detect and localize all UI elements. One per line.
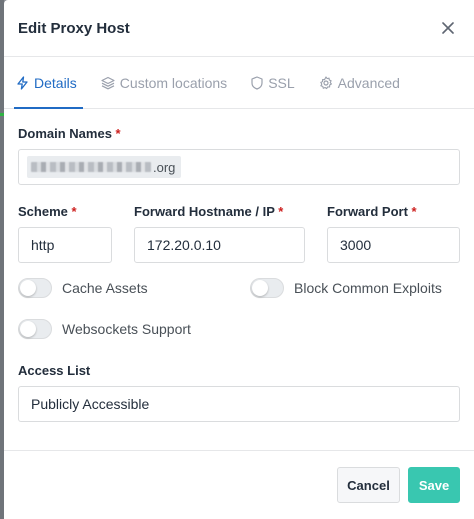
access-list-select[interactable]: Publicly Accessible <box>18 386 460 422</box>
block-exploits-toggle[interactable]: Block Common Exploits <box>250 278 442 298</box>
cache-assets-switch[interactable] <box>18 278 52 298</box>
shield-icon <box>251 75 263 90</box>
layers-icon <box>101 76 115 89</box>
websockets-switch[interactable] <box>18 319 52 339</box>
required-mark: * <box>278 204 284 219</box>
tab-details-label: Details <box>34 74 77 91</box>
domain-tag[interactable]: .org <box>27 156 182 178</box>
modal-title: Edit Proxy Host <box>18 19 130 37</box>
scheme-label: Scheme * <box>18 204 112 219</box>
forward-hostname-label: Forward Hostname / IP * <box>134 204 305 219</box>
tab-advanced-label: Advanced <box>337 74 400 91</box>
domain-names-group: Domain Names * .org <box>18 126 460 185</box>
redacted-domain <box>31 162 151 172</box>
domain-names-label: Domain Names * <box>18 126 460 141</box>
edit-proxy-host-modal: Edit Proxy Host Details Custom locations <box>4 0 474 519</box>
forward-port-input[interactable]: 3000 <box>327 227 460 263</box>
save-button[interactable]: Save <box>408 467 460 503</box>
scheme-label-text: Scheme <box>18 204 68 219</box>
access-list-group: Access List Publicly Accessible <box>18 363 460 422</box>
cancel-button[interactable]: Cancel <box>337 467 400 503</box>
access-list-label: Access List <box>18 363 91 378</box>
forward-hostname-group: Forward Hostname / IP * 172.20.0.10 <box>134 204 305 263</box>
cache-assets-toggle[interactable]: Cache Assets <box>18 278 148 298</box>
tab-details[interactable]: Details <box>14 57 83 109</box>
domain-tag-suffix: .org <box>153 159 176 175</box>
scheme-group: Scheme * http <box>18 204 112 263</box>
forward-port-label-text: Forward Port <box>327 204 408 219</box>
tab-ssl-label: SSL <box>268 74 295 91</box>
scheme-input[interactable]: http <box>18 227 112 263</box>
tab-advanced[interactable]: Advanced <box>317 57 406 108</box>
required-mark: * <box>411 204 417 219</box>
forward-hostname-label-text: Forward Hostname / IP <box>134 204 275 219</box>
close-icon <box>442 22 454 34</box>
cache-assets-label: Cache Assets <box>62 280 148 296</box>
block-exploits-switch[interactable] <box>250 278 284 298</box>
modal-header: Edit Proxy Host <box>4 0 474 57</box>
required-mark: * <box>71 204 77 219</box>
domain-names-label-text: Domain Names <box>18 126 112 141</box>
close-button[interactable] <box>438 18 458 38</box>
websockets-toggle[interactable]: Websockets Support <box>18 319 191 339</box>
forward-port-group: Forward Port * 3000 <box>327 204 460 263</box>
tab-bar: Details Custom locations SSL Advanced <box>4 57 474 109</box>
domain-names-input[interactable]: .org <box>18 149 460 185</box>
gear-icon <box>319 75 332 89</box>
forward-hostname-input[interactable]: 172.20.0.10 <box>134 227 305 263</box>
bolt-icon <box>17 75 28 90</box>
tab-ssl[interactable]: SSL <box>249 57 300 108</box>
websockets-label: Websockets Support <box>62 321 191 337</box>
tab-custom-locations[interactable]: Custom locations <box>99 57 233 108</box>
block-exploits-label: Block Common Exploits <box>294 280 442 296</box>
modal-footer: Cancel Save <box>4 450 474 519</box>
forward-port-label: Forward Port * <box>327 204 460 219</box>
tab-custom-locations-label: Custom locations <box>119 74 228 91</box>
required-mark: * <box>115 126 121 141</box>
